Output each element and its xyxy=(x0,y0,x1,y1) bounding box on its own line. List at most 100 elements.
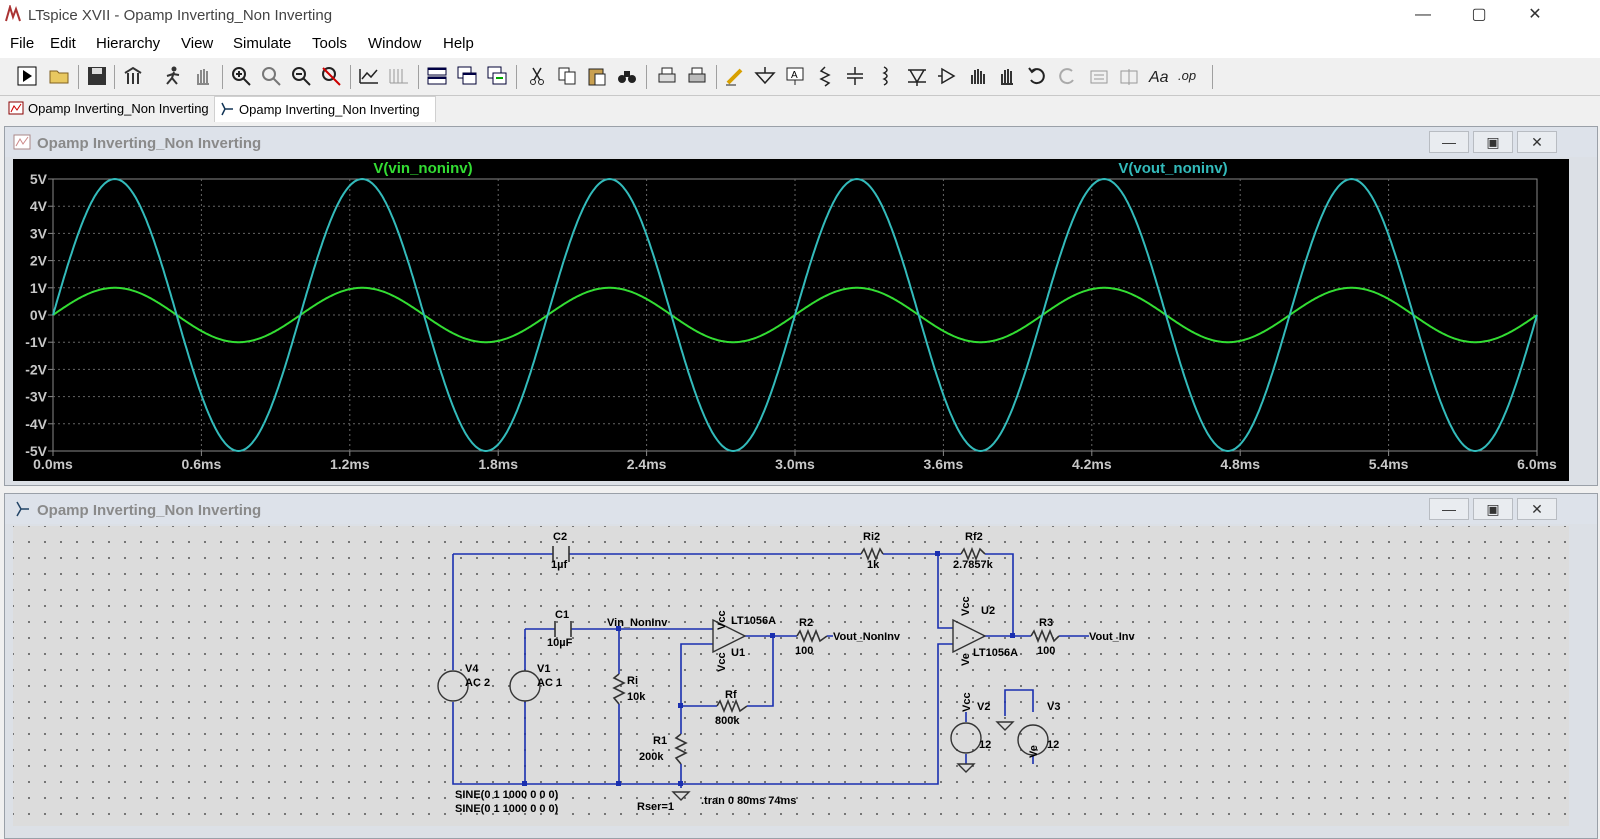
menu-simulate[interactable]: Simulate xyxy=(233,35,291,52)
vout-noninv-net-label[interactable]: Vout_NonInv xyxy=(833,631,901,643)
r3-value[interactable]: 100 xyxy=(1037,645,1055,657)
component-icon[interactable] xyxy=(936,65,958,87)
zoom-in-icon[interactable] xyxy=(230,65,252,87)
cut-icon[interactable] xyxy=(526,65,548,87)
tran-directive[interactable]: .tran 0 80ms 74ms xyxy=(701,795,796,807)
v2-value[interactable]: 12 xyxy=(979,739,991,751)
text-icon[interactable]: Aa xyxy=(1148,65,1170,87)
c2-label[interactable]: C2 xyxy=(553,531,567,543)
control-panel-icon[interactable] xyxy=(122,65,144,87)
tab-schematic[interactable]: Opamp Inverting_Non Inverting xyxy=(214,96,436,122)
find-icon[interactable] xyxy=(616,65,638,87)
ground-icon[interactable] xyxy=(754,65,776,87)
tile-horizontal-icon[interactable] xyxy=(426,65,448,87)
tab-waveform[interactable]: Opamp Inverting_Non Inverting xyxy=(4,96,224,121)
v1-label[interactable]: V1 xyxy=(537,663,550,675)
waveform-maximize-button[interactable]: ▣ xyxy=(1473,131,1513,153)
undo-icon[interactable] xyxy=(1026,65,1048,87)
vin-noninv-net-label[interactable]: Vin_NonInv xyxy=(607,617,668,629)
menu-help[interactable]: Help xyxy=(443,35,474,52)
cascade-icon[interactable] xyxy=(456,65,478,87)
schematic-drawing[interactable]: C2 1µf Ri2 1k Rf2 2.7857k C1 10µF Vin_No… xyxy=(13,526,1569,826)
ri-value[interactable]: 10k xyxy=(627,691,646,703)
v4-label[interactable]: V4 xyxy=(465,663,479,675)
halt-icon[interactable] xyxy=(162,65,184,87)
legend-label[interactable]: V(vout_noninv) xyxy=(1118,160,1227,177)
drag-icon[interactable] xyxy=(996,65,1018,87)
r2-value[interactable]: 100 xyxy=(795,645,813,657)
capacitor-icon[interactable] xyxy=(844,65,866,87)
c2-value[interactable]: 1µf xyxy=(551,559,567,571)
spice-directive-icon[interactable]: .op xyxy=(1178,65,1200,87)
ri-label[interactable]: Ri xyxy=(627,675,638,687)
v3-label[interactable]: V3 xyxy=(1047,701,1060,713)
pan-icon[interactable] xyxy=(192,65,214,87)
save-icon[interactable] xyxy=(86,65,108,87)
v4-value[interactable]: AC 2 xyxy=(465,677,490,689)
v2-label[interactable]: V2 xyxy=(977,701,990,713)
waveform-close-button[interactable]: ✕ xyxy=(1517,131,1557,153)
paste-icon[interactable] xyxy=(586,65,608,87)
sine-v1-directive[interactable]: SINE(0 1 1000 0 0 0) xyxy=(455,803,559,815)
menu-hierarchy[interactable]: Hierarchy xyxy=(96,35,160,52)
schematic-close-button[interactable]: ✕ xyxy=(1517,498,1557,520)
r3-label[interactable]: R3 xyxy=(1039,617,1053,629)
rotate-icon[interactable] xyxy=(1088,65,1110,87)
v1-value[interactable]: AC 1 xyxy=(537,677,562,689)
autorange-icon[interactable] xyxy=(358,65,380,87)
schematic-maximize-button[interactable]: ▣ xyxy=(1473,498,1513,520)
rf2-value[interactable]: 2.7857k xyxy=(953,559,994,571)
menu-file[interactable]: File xyxy=(10,35,34,52)
v3-value[interactable]: 12 xyxy=(1047,739,1059,751)
u1-label[interactable]: U1 xyxy=(731,647,745,659)
r1-label[interactable]: R1 xyxy=(653,735,667,747)
minimize-button[interactable]: — xyxy=(1400,2,1446,28)
c1-value[interactable]: 10µF xyxy=(547,637,573,649)
print-icon[interactable] xyxy=(686,65,708,87)
close-button[interactable]: ✕ xyxy=(1512,2,1558,28)
legend-label[interactable]: V(vin_noninv) xyxy=(373,160,472,177)
rf-value[interactable]: 800k xyxy=(715,715,740,727)
schematic-canvas[interactable]: C2 1µf Ri2 1k Rf2 2.7857k C1 10µF Vin_No… xyxy=(13,526,1569,826)
menu-view[interactable]: View xyxy=(181,35,213,52)
u1-model[interactable]: LT1056A xyxy=(731,615,776,627)
schematic-minimize-button[interactable]: — xyxy=(1429,498,1469,520)
u2-model[interactable]: LT1056A xyxy=(973,647,1018,659)
x-tick-label: 3.6ms xyxy=(924,456,964,472)
rf2-label[interactable]: Rf2 xyxy=(965,531,983,543)
print-setup-icon[interactable] xyxy=(656,65,678,87)
sine-v4-directive[interactable]: SINE(0 1 1000 0 0 0) xyxy=(455,789,559,801)
inductor-icon[interactable] xyxy=(874,65,896,87)
copy-icon[interactable] xyxy=(556,65,578,87)
draw-wire-icon[interactable] xyxy=(724,65,746,87)
r1-value[interactable]: 200k xyxy=(639,751,664,763)
menu-tools[interactable]: Tools xyxy=(312,35,347,52)
ri2-label[interactable]: Ri2 xyxy=(863,531,880,543)
zoom-rect-icon[interactable] xyxy=(260,65,282,87)
menu-window[interactable]: Window xyxy=(368,35,421,52)
vout-inv-net-label[interactable]: Vout_Inv xyxy=(1089,631,1136,643)
ri2-value[interactable]: 1k xyxy=(867,559,880,571)
resistor-icon[interactable] xyxy=(814,65,836,87)
tile-vertical-icon[interactable] xyxy=(486,65,508,87)
label-net-icon[interactable]: A xyxy=(784,65,806,87)
maximize-button[interactable]: ▢ xyxy=(1456,2,1502,28)
r2-label[interactable]: R2 xyxy=(799,617,813,629)
mirror-icon[interactable] xyxy=(1118,65,1140,87)
waveform-minimize-button[interactable]: — xyxy=(1429,131,1469,153)
c1-label[interactable]: C1 xyxy=(555,609,569,621)
menu-edit[interactable]: Edit xyxy=(50,35,76,52)
run-icon[interactable] xyxy=(16,65,38,87)
u2-label[interactable]: U2 xyxy=(981,605,995,617)
waveform-chart[interactable]: 0.0ms 0.6ms 1.2ms 1.8ms 2.4ms 3.0ms 3.6ms 4.2ms… xyxy=(13,159,1569,481)
rf-label[interactable]: Rf xyxy=(725,689,737,701)
rser-value[interactable]: Rser=1 xyxy=(637,801,674,813)
open-icon[interactable] xyxy=(48,65,70,87)
redo-icon[interactable] xyxy=(1056,65,1078,87)
diode-icon[interactable] xyxy=(906,65,928,87)
zoom-cancel-icon[interactable] xyxy=(320,65,342,87)
grid-icon[interactable] xyxy=(388,65,410,87)
waveform-plot[interactable]: 0.0ms 0.6ms 1.2ms 1.8ms 2.4ms 3.0ms 3.6ms 4.2ms… xyxy=(13,159,1569,481)
zoom-out-icon[interactable] xyxy=(290,65,312,87)
move-icon[interactable] xyxy=(966,65,988,87)
